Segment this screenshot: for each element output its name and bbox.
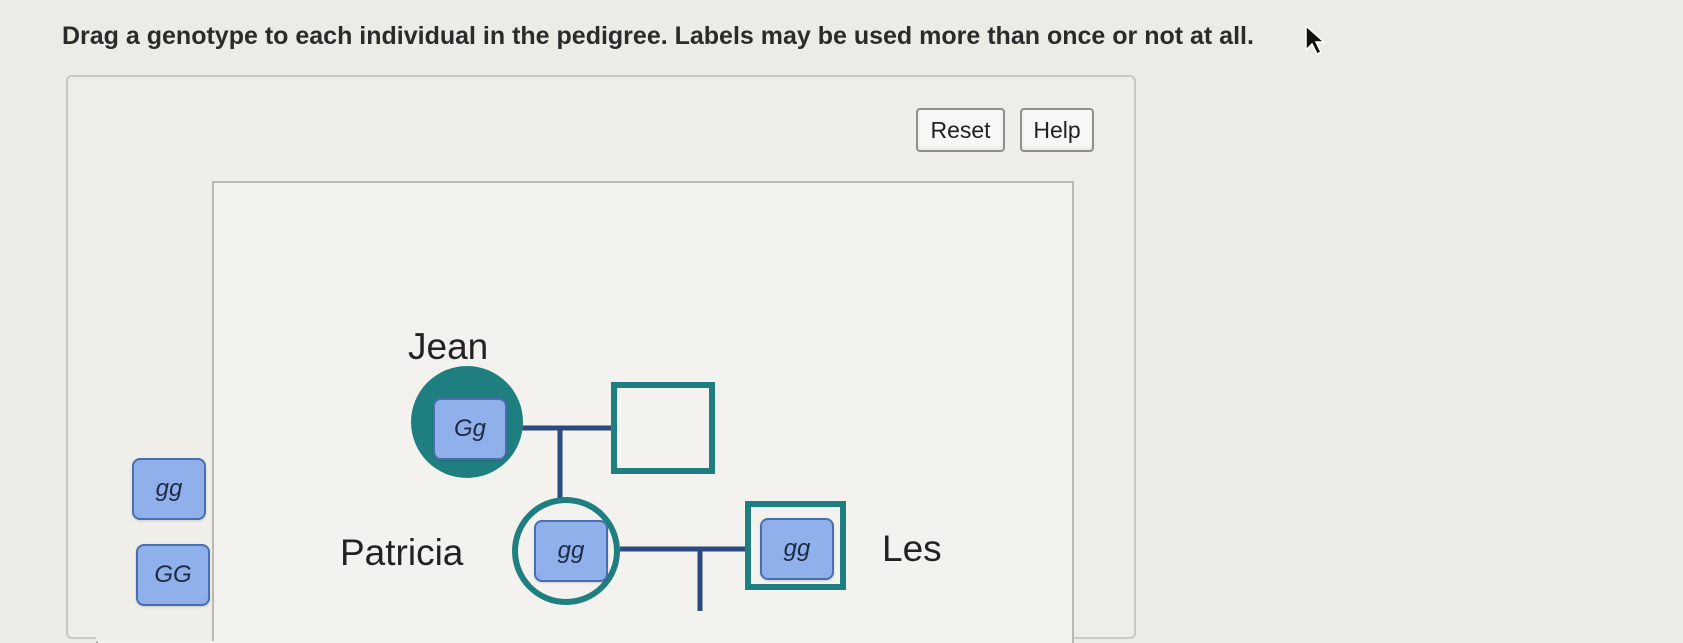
pedigree-chart — [411, 366, 846, 611]
name-patricia: Patricia — [340, 532, 464, 573]
placed-label-patricia[interactable]: gg — [534, 520, 608, 582]
father-male-symbol — [611, 382, 715, 474]
placed-label-les[interactable]: gg — [760, 518, 834, 580]
placed-label-jean[interactable]: Gg — [433, 398, 507, 460]
name-les: Les — [882, 528, 942, 569]
name-jean: Jean — [408, 326, 489, 367]
